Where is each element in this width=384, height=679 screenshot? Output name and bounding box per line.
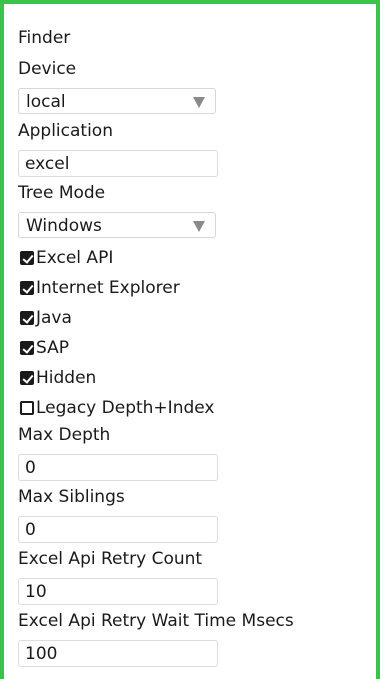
dropdown-arrow-icon (193, 221, 205, 232)
dropdown-arrow-icon (193, 97, 205, 108)
checkbox-java[interactable]: Java (18, 303, 378, 333)
checkbox-label: Excel API (36, 248, 114, 268)
checkbox-legacy-depth-index[interactable]: Legacy Depth+Index (18, 393, 378, 423)
retry-count-label: Excel Api Retry Count (18, 549, 203, 569)
tree-mode-select-value: Windows (26, 216, 102, 236)
checkbox-label: Java (36, 308, 72, 328)
max-siblings-input[interactable]: 0 (18, 516, 218, 543)
max-depth-input[interactable]: 0 (18, 454, 218, 481)
retry-wait-label: Excel Api Retry Wait Time Msecs (18, 611, 294, 631)
checkbox-hidden[interactable]: Hidden (18, 363, 378, 393)
application-label: Application (18, 121, 113, 141)
device-label: Device (18, 59, 77, 79)
finder-panel: Finder Device local Application excel Tr… (0, 0, 380, 679)
panel-title: Finder (18, 28, 71, 48)
checkbox-label: SAP (36, 338, 69, 358)
retry-count-input[interactable]: 10 (18, 578, 218, 605)
checkbox-excel-api[interactable]: Excel API (18, 243, 378, 273)
checkbox-label: Internet Explorer (36, 278, 180, 298)
retry-wait-input[interactable]: 100 (18, 640, 218, 667)
checkbox-label: Hidden (36, 368, 97, 388)
max-siblings-label: Max Siblings (18, 487, 125, 507)
application-input[interactable]: excel (18, 150, 218, 177)
checkbox-unchecked-icon[interactable] (20, 401, 34, 415)
max-depth-label: Max Depth (18, 425, 111, 445)
checkbox-sap[interactable]: SAP (18, 333, 378, 363)
device-select[interactable]: local (18, 88, 216, 114)
checkbox-checked-icon[interactable] (20, 251, 34, 265)
checkbox-label: Legacy Depth+Index (36, 398, 215, 418)
checkbox-checked-icon[interactable] (20, 341, 34, 355)
device-select-value: local (26, 92, 66, 112)
checkbox-checked-icon[interactable] (20, 371, 34, 385)
tree-mode-label: Tree Mode (18, 183, 106, 203)
checkbox-internet-explorer[interactable]: Internet Explorer (18, 273, 378, 303)
tree-mode-select[interactable]: Windows (18, 212, 216, 238)
checkbox-checked-icon[interactable] (20, 311, 34, 325)
checkbox-checked-icon[interactable] (20, 281, 34, 295)
finder-form: Finder Device local Application excel Tr… (18, 26, 378, 671)
